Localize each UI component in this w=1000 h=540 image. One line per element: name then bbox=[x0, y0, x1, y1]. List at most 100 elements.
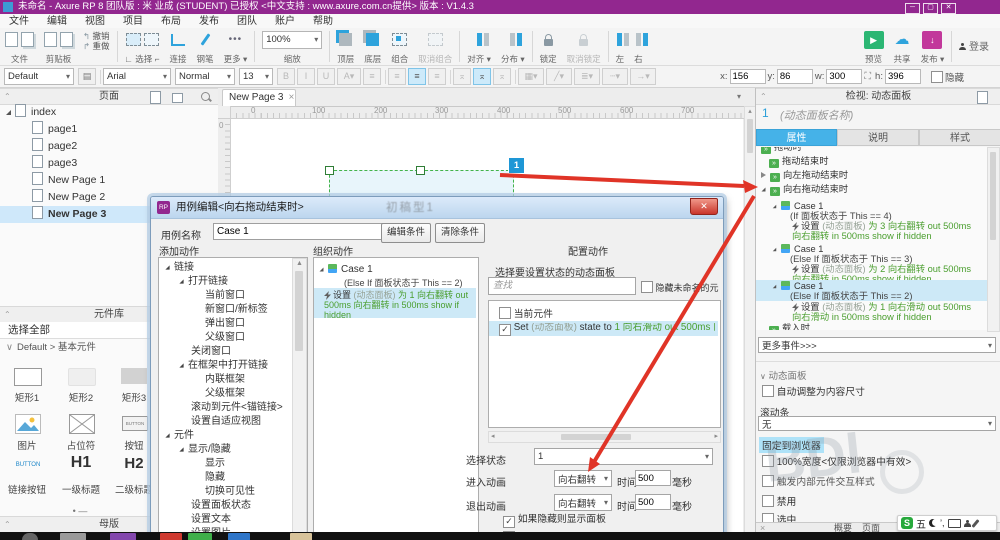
panel-search-input[interactable]: 查找 bbox=[488, 277, 636, 295]
taskbar-app-icon[interactable] bbox=[110, 533, 136, 540]
h-input[interactable] bbox=[885, 69, 921, 84]
case-row[interactable]: Case 1 bbox=[772, 244, 823, 254]
underline-button[interactable]: U bbox=[317, 68, 335, 85]
menu-help[interactable]: 帮助 bbox=[304, 15, 342, 29]
event-row[interactable]: »向左拖动结束时 bbox=[761, 170, 848, 182]
more-group[interactable]: •••更多 ▾ bbox=[219, 28, 253, 65]
dialog-titlebar[interactable]: RP 用例编辑<向右拖动结束时> ✕ bbox=[151, 197, 723, 219]
align-center-button[interactable]: ≡ bbox=[408, 68, 426, 85]
organize-action[interactable]: 设置 (动态面板) 为 1 向右翻转 out 500ms 向右翻转 in 500… bbox=[324, 290, 470, 320]
bullet-list-button[interactable]: ≡ bbox=[363, 68, 381, 85]
italic-button[interactable]: I bbox=[297, 68, 315, 85]
exit-time-input[interactable] bbox=[635, 494, 671, 510]
action-item[interactable]: 显示 bbox=[159, 457, 307, 471]
case-action[interactable]: 设置 (动态面板) 为 1 向右滑动 out 500ms 向右滑动 in 500… bbox=[792, 302, 980, 322]
line-color-button[interactable]: ╱▾ bbox=[546, 68, 572, 85]
pen-group[interactable]: 钢笔 bbox=[192, 28, 219, 65]
dialog-close-button[interactable]: ✕ bbox=[690, 198, 718, 215]
widget-thumb-image[interactable] bbox=[15, 414, 41, 434]
disable-row[interactable]: 禁用 bbox=[762, 495, 796, 508]
file-group[interactable]: 文件 bbox=[0, 28, 39, 65]
current-widget-row[interactable]: 当前元件 bbox=[499, 307, 553, 320]
trigger-style-checkbox[interactable] bbox=[762, 475, 774, 487]
account-icon[interactable] bbox=[964, 520, 971, 527]
enter-time-input[interactable] bbox=[635, 470, 671, 486]
bring-front-group[interactable]: 顶层 bbox=[332, 28, 359, 65]
page-tree-item[interactable]: index bbox=[0, 104, 218, 121]
y-input[interactable] bbox=[777, 69, 813, 84]
link-wh-icon[interactable]: ⛶ bbox=[864, 71, 871, 82]
line-style-button[interactable]: ┄▾ bbox=[602, 68, 628, 85]
edit-condition-button[interactable]: 编辑条件 bbox=[381, 223, 431, 243]
close-button[interactable]: ✕ bbox=[941, 3, 956, 14]
tab-list-chevron-icon[interactable]: ▾ bbox=[737, 92, 741, 101]
search-pages-icon[interactable] bbox=[201, 92, 210, 101]
widgets-pager[interactable]: • — bbox=[40, 506, 120, 516]
align-bottom-button[interactable]: ⌅ bbox=[493, 68, 511, 85]
action-item[interactable]: 新窗口/新标签 bbox=[159, 303, 307, 317]
event-row-dragright[interactable]: »向右拖动结束时 bbox=[761, 184, 848, 196]
enter-anim-dropdown[interactable]: 向右翻转▾ bbox=[554, 470, 612, 487]
ime-toolbar[interactable]: S 五 ’, bbox=[897, 515, 997, 531]
action-category[interactable]: 链接 bbox=[159, 261, 307, 275]
zoom-select[interactable]: 100%▾ bbox=[262, 31, 322, 49]
menu-layout[interactable]: 布局 bbox=[152, 15, 190, 29]
preview-group[interactable]: ▶预览 bbox=[859, 28, 889, 65]
maximize-button[interactable]: ▢ bbox=[923, 3, 938, 14]
event-row[interactable]: »载入时 bbox=[769, 323, 810, 330]
bold-button[interactable]: B bbox=[277, 68, 295, 85]
taskbar-app-icon[interactable] bbox=[60, 533, 86, 540]
menu-view[interactable]: 视图 bbox=[76, 15, 114, 29]
organize-case-row[interactable]: Case 1 bbox=[319, 264, 373, 275]
soft-keyboard-icon[interactable] bbox=[948, 519, 961, 528]
lock-group[interactable]: 锁定 bbox=[535, 28, 562, 65]
widget-thumb-rect2[interactable] bbox=[68, 368, 96, 386]
punctuation-icon[interactable]: ’, bbox=[940, 518, 945, 528]
case-row-selected[interactable]: Case 1 bbox=[772, 281, 823, 291]
selection-handle[interactable] bbox=[416, 166, 425, 175]
w100-checkbox[interactable] bbox=[762, 455, 774, 467]
share-group[interactable]: ☁共享 bbox=[889, 28, 916, 65]
hide-unnamed-checkbox[interactable] bbox=[641, 281, 653, 293]
widget-thumb-h1[interactable]: H1 bbox=[56, 454, 106, 472]
configure-hscrollbar[interactable]: ◂ ▸ bbox=[488, 431, 721, 443]
auto-fit-checkbox[interactable] bbox=[762, 385, 774, 397]
widget-thumb-placeholder[interactable] bbox=[69, 414, 95, 434]
canvas-tab-new-page-3[interactable]: New Page 3× bbox=[222, 89, 296, 106]
add-actions-scrollbar[interactable]: ▲ ▼ bbox=[292, 258, 307, 540]
widget-thumb-rect3[interactable] bbox=[121, 368, 147, 384]
set-panel-checkbox[interactable]: ✓ bbox=[499, 324, 511, 336]
tab-style[interactable]: 样式 bbox=[919, 129, 1000, 146]
action-item[interactable]: 内联框架 bbox=[159, 373, 307, 387]
tab-properties[interactable]: 属性 bbox=[756, 129, 837, 146]
arrow-style-button[interactable]: →▾ bbox=[630, 68, 656, 85]
action-item[interactable]: 父级窗口 bbox=[159, 331, 307, 345]
menu-publish[interactable]: 发布 bbox=[190, 15, 228, 29]
action-item[interactable]: 当前窗口 bbox=[159, 289, 307, 303]
action-category[interactable]: 在框架中打开链接 bbox=[159, 359, 307, 373]
style-edit-icon[interactable]: ▤ bbox=[78, 68, 96, 85]
action-item[interactable]: 滚动到元件<锚链接> bbox=[159, 401, 307, 415]
font-select[interactable]: Arial▾ bbox=[103, 68, 171, 85]
font-color-button[interactable]: A▾ bbox=[337, 68, 361, 85]
x-input[interactable] bbox=[730, 69, 766, 84]
events-scrollbar[interactable] bbox=[987, 147, 1000, 332]
menu-edit[interactable]: 编辑 bbox=[38, 15, 76, 29]
clear-condition-button[interactable]: 清除条件 bbox=[435, 223, 485, 243]
clipboard-group[interactable]: 剪贴板 bbox=[39, 28, 78, 65]
panel-section-header[interactable]: ∨ 动态面板 bbox=[760, 368, 807, 382]
font-weight-select[interactable]: Normal▾ bbox=[175, 68, 235, 85]
align-top-button[interactable]: ⌅ bbox=[453, 68, 471, 85]
set-panel-row[interactable]: ✓ Set (动态面板) state to 1 向右滑动 out 500ms 向… bbox=[499, 323, 715, 336]
close-tab-icon[interactable]: × bbox=[288, 92, 294, 103]
disable-checkbox[interactable] bbox=[762, 495, 774, 507]
exit-anim-dropdown[interactable]: 向右翻转▾ bbox=[554, 494, 612, 511]
group-group[interactable]: 组合 bbox=[386, 28, 413, 65]
action-item[interactable]: 弹出窗口 bbox=[159, 317, 307, 331]
action-item[interactable]: 父级框架 bbox=[159, 387, 307, 401]
align-group[interactable]: 对齐 ▾ bbox=[462, 28, 496, 65]
widget-thumb-rect1[interactable] bbox=[14, 368, 42, 386]
case-action[interactable]: 设置 (动态面板) 为 3 向右翻转 out 500ms 向右翻转 in 500… bbox=[792, 221, 980, 241]
widget-name-placeholder[interactable]: (动态面板名称) bbox=[780, 107, 853, 123]
taskbar-app-icon[interactable] bbox=[160, 533, 182, 540]
